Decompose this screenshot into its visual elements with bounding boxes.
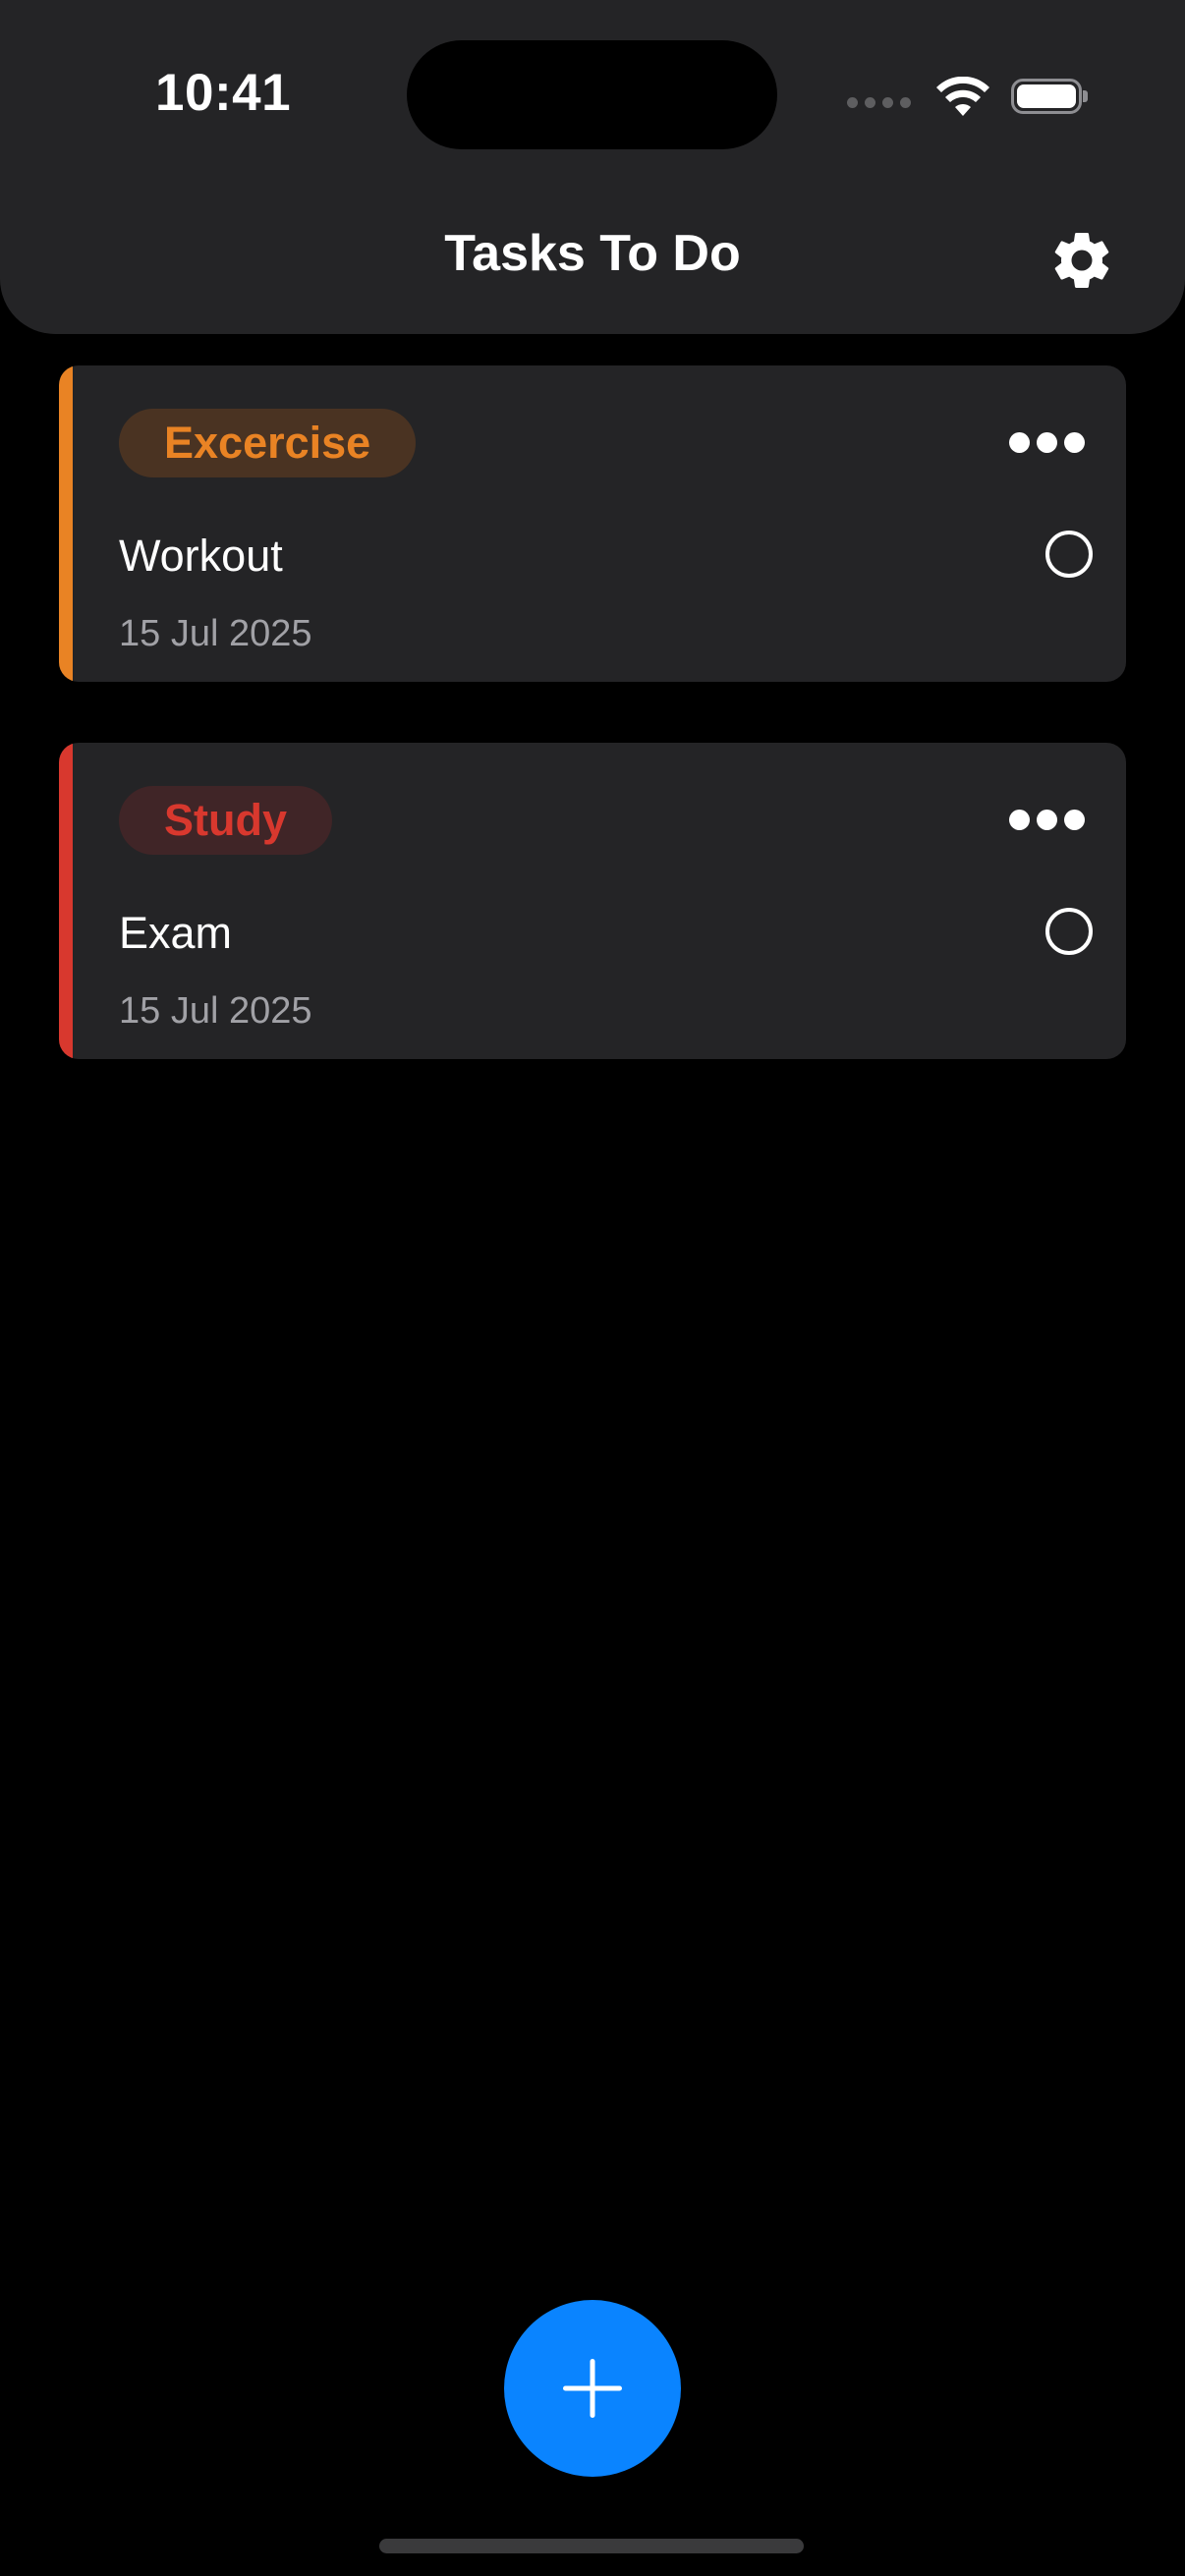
page-title: Tasks To Do	[444, 225, 741, 282]
navigation-header: 10:41 Tasks To Do	[0, 0, 1185, 334]
task-complete-checkbox[interactable]	[1045, 531, 1093, 578]
task-complete-checkbox[interactable]	[1045, 908, 1093, 955]
task-card[interactable]: Study Exam 15 Jul 2025	[59, 743, 1126, 1059]
status-icons	[847, 69, 1088, 124]
category-accent-bar	[59, 365, 73, 682]
task-date: 15 Jul 2025	[119, 613, 312, 654]
plus-icon	[563, 2359, 622, 2418]
more-options-button[interactable]	[1009, 432, 1085, 453]
category-badge: Study	[119, 786, 333, 855]
more-options-button[interactable]	[1009, 810, 1085, 830]
cellular-signal-icon	[847, 96, 911, 108]
status-time: 10:41	[155, 64, 292, 122]
ellipsis-icon	[1009, 810, 1030, 830]
task-card[interactable]: Excercise Workout 15 Jul 2025	[59, 365, 1126, 682]
gear-icon	[1054, 232, 1109, 288]
settings-button[interactable]	[1045, 224, 1118, 297]
home-indicator[interactable]	[379, 2539, 804, 2553]
ellipsis-icon	[1009, 432, 1030, 453]
task-list: Excercise Workout 15 Jul 2025 Study Exam…	[59, 365, 1126, 1120]
task-title: Workout	[119, 531, 283, 581]
task-title: Exam	[119, 908, 233, 958]
dynamic-island	[407, 40, 777, 149]
task-date: 15 Jul 2025	[119, 990, 312, 1032]
add-task-button[interactable]	[504, 2300, 681, 2477]
wifi-icon	[936, 77, 989, 116]
category-badge: Excercise	[119, 409, 417, 477]
battery-icon	[1011, 79, 1088, 114]
category-accent-bar	[59, 743, 73, 1059]
